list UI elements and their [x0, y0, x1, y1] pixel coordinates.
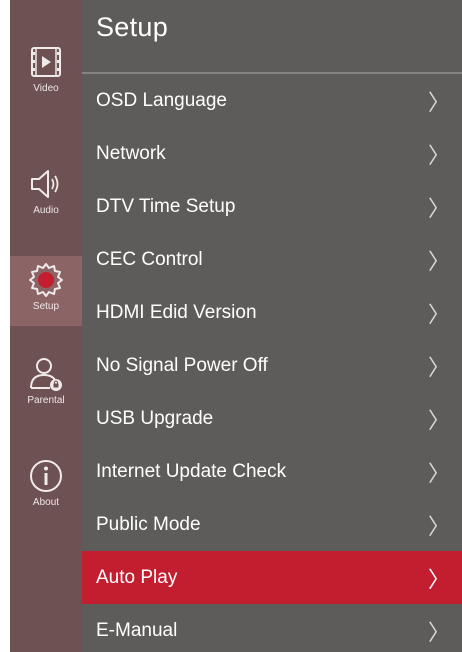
menu-item-osd-language[interactable]: OSD Language 〉: [82, 74, 462, 127]
sidebar-item-parental[interactable]: Parental: [10, 350, 82, 420]
sidebar-item-label: About: [32, 497, 60, 508]
setup-menu: OSD Language 〉 Network 〉 DTV Time Setup …: [82, 74, 462, 652]
sidebar-item-label: Video: [33, 83, 59, 94]
video-icon: [31, 47, 61, 77]
chevron-right-icon: 〉: [427, 407, 450, 433]
chevron-right-icon: 〉: [427, 142, 450, 168]
chevron-right-icon: 〉: [427, 619, 450, 645]
menu-item-public-mode[interactable]: Public Mode 〉: [82, 498, 462, 551]
chevron-right-icon: 〉: [427, 248, 450, 274]
menu-item-cec-control[interactable]: CEC Control 〉: [82, 233, 462, 286]
menu-item-usb-upgrade[interactable]: USB Upgrade 〉: [82, 392, 462, 445]
parental-lock-icon: [30, 358, 62, 391]
sidebar-item-label: Setup: [32, 301, 60, 312]
sidebar-item-video[interactable]: Video: [10, 38, 82, 108]
menu-item-label: USB Upgrade: [96, 407, 214, 429]
menu-item-e-manual[interactable]: E-Manual 〉: [82, 604, 462, 652]
info-icon: [30, 460, 62, 492]
chevron-right-icon: 〉: [427, 460, 450, 486]
chevron-right-icon: 〉: [427, 301, 450, 327]
menu-item-label: No Signal Power Off: [96, 354, 268, 376]
menu-item-label: CEC Control: [96, 248, 203, 270]
menu-item-label: Public Mode: [96, 513, 201, 535]
sidebar-item-about[interactable]: About: [10, 452, 82, 522]
menu-item-label: OSD Language: [96, 89, 227, 111]
menu-item-label: HDMI Edid Version: [96, 301, 257, 323]
menu-item-label: Internet Update Check: [96, 460, 287, 482]
sidebar-item-label: Parental: [27, 395, 65, 406]
chevron-right-icon: 〉: [427, 566, 450, 592]
chevron-right-icon: 〉: [427, 89, 450, 115]
chevron-right-icon: 〉: [427, 354, 450, 380]
setup-panel: Setup OSD Language 〉 Network 〉 DTV Time …: [82, 0, 462, 652]
menu-item-label: DTV Time Setup: [96, 195, 236, 217]
menu-item-internet-update-check[interactable]: Internet Update Check 〉: [82, 445, 462, 498]
chevron-right-icon: 〉: [427, 195, 450, 221]
menu-item-network[interactable]: Network 〉: [82, 127, 462, 180]
speaker-icon: [31, 170, 59, 198]
sidebar-item-setup[interactable]: Setup: [10, 256, 82, 326]
menu-item-label: Network: [96, 142, 166, 164]
page-title: Setup: [96, 12, 169, 42]
menu-item-label: Auto Play: [96, 566, 178, 588]
chevron-right-icon: 〉: [427, 513, 450, 539]
menu-item-dtv-time-setup[interactable]: DTV Time Setup 〉: [82, 180, 462, 233]
menu-item-auto-play[interactable]: Auto Play 〉: [82, 551, 462, 604]
sidebar-item-audio[interactable]: Audio: [10, 160, 82, 230]
sidebar-item-label: Audio: [33, 205, 59, 216]
sidebar: Video Audio Setup Parental About: [10, 0, 82, 652]
menu-item-no-signal-power-off[interactable]: No Signal Power Off 〉: [82, 339, 462, 392]
tv-settings-screen: Video Audio Setup Parental About Setup O…: [10, 0, 462, 652]
menu-item-hdmi-edid-version[interactable]: HDMI Edid Version 〉: [82, 286, 462, 339]
menu-item-label: E-Manual: [96, 619, 178, 641]
gear-icon: [29, 263, 63, 297]
